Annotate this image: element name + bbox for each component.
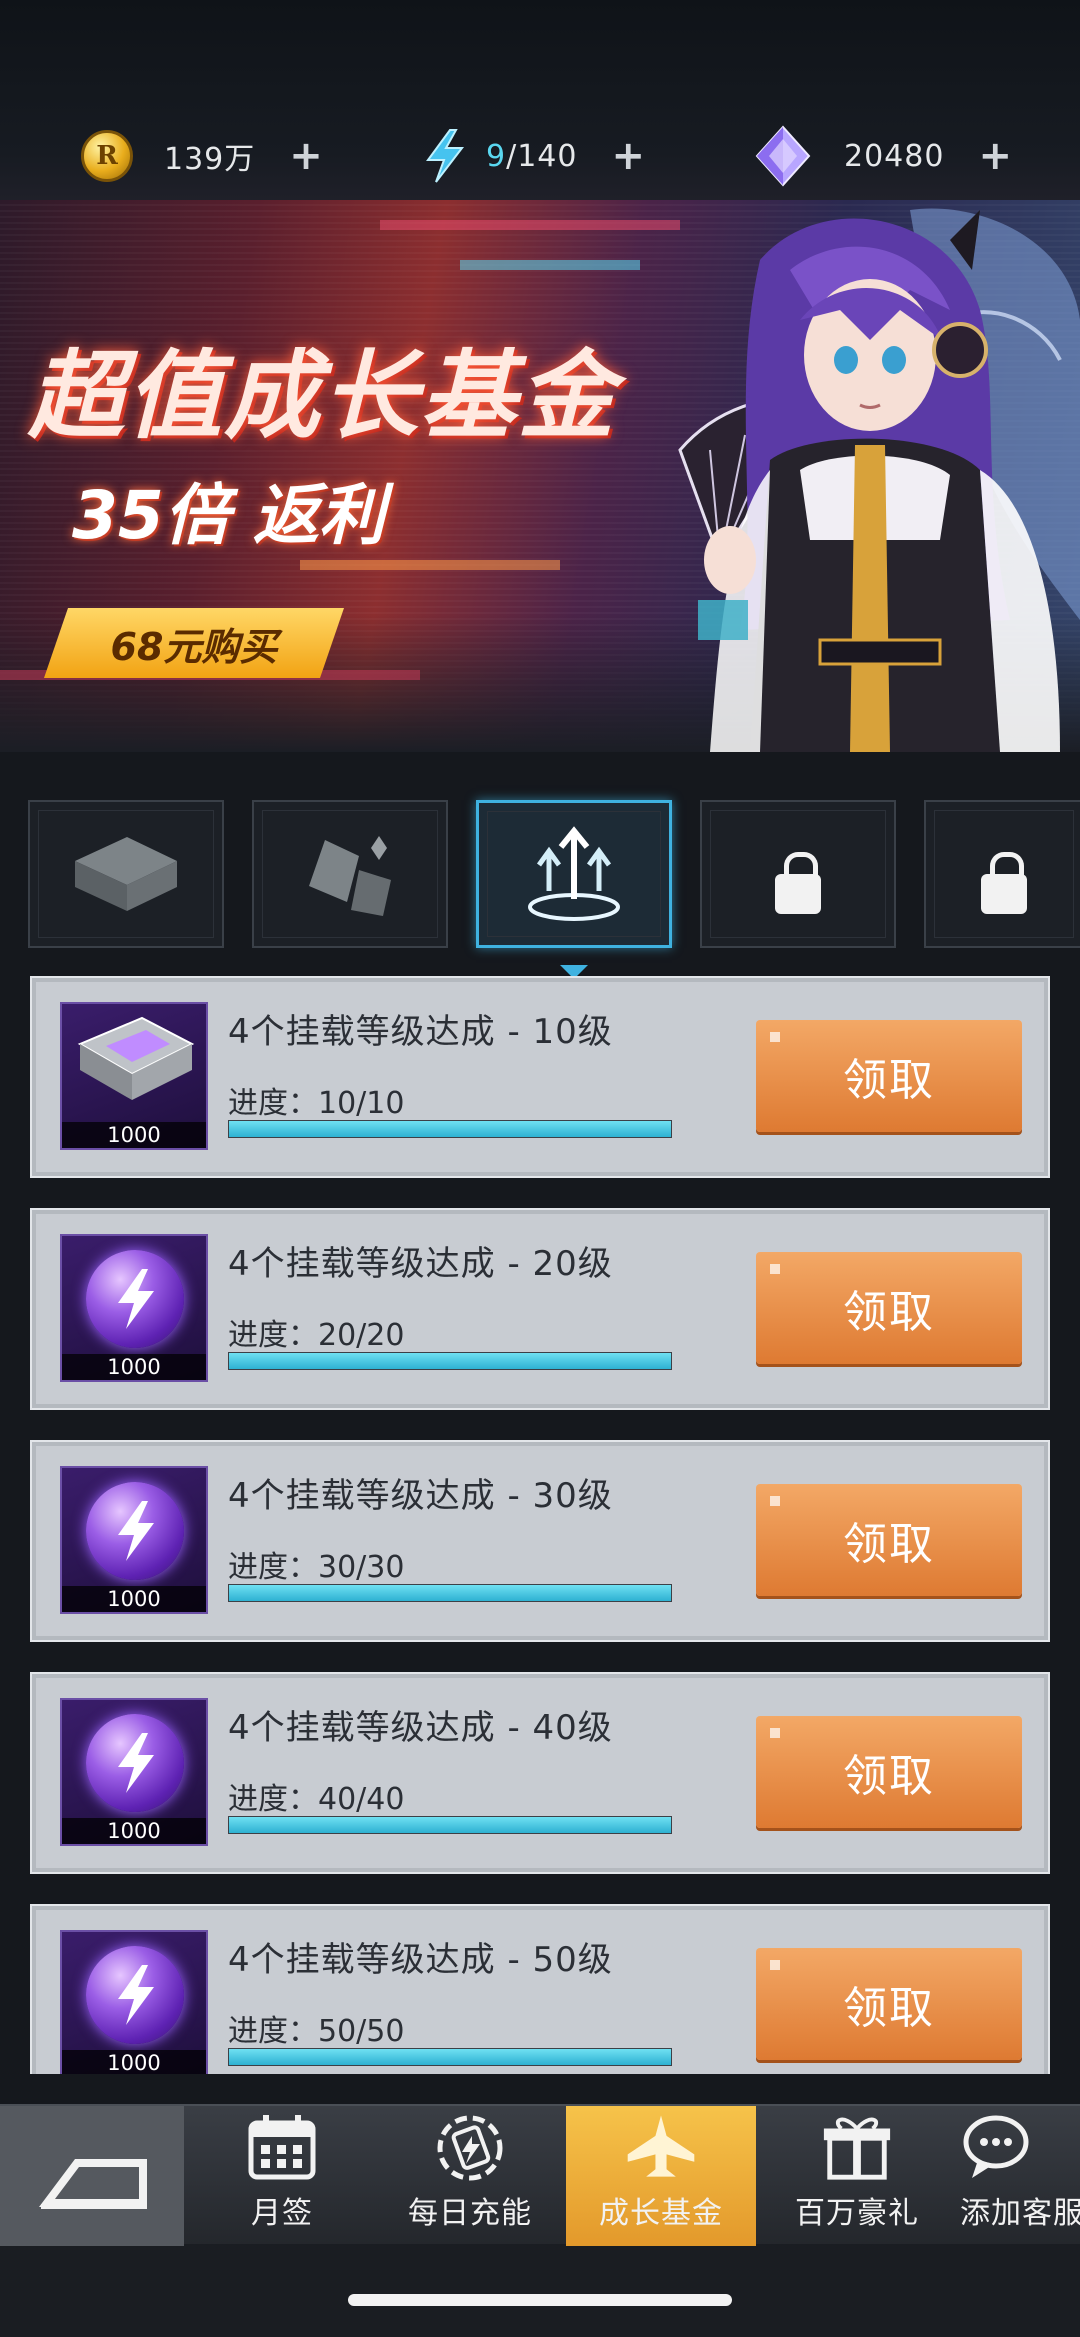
energy-orb-icon [86, 1714, 184, 1812]
reward-item[interactable]: 1000 [60, 1466, 208, 1614]
claim-button[interactable]: 领取 [756, 1716, 1022, 1828]
tab-growth[interactable] [476, 800, 672, 979]
chip-tab-icon [75, 837, 177, 911]
progress-bar [228, 1584, 672, 1602]
glitch-line [460, 260, 640, 270]
progress-bar [228, 2048, 672, 2066]
banner-title: 超值成长基金 [28, 340, 616, 452]
nav-label: 月签 [251, 2196, 313, 2231]
task-name: 4个挂载等级达成 - 30级 [228, 1476, 613, 1516]
tab-locked-2[interactable] [924, 800, 1080, 948]
category-tabs [0, 790, 1080, 979]
currency-bar: R 139万 + 9/140 + 20480 + [0, 0, 1080, 220]
home-indicator[interactable] [348, 2294, 732, 2306]
task-card: 1000 4个挂载等级达成 - 40级 进度：40/40 领取 [30, 1672, 1050, 1874]
tab-chips[interactable] [28, 800, 224, 948]
energy-orb-icon [86, 1482, 184, 1580]
progress-fill [229, 1817, 671, 1833]
task-progress: 进度：30/30 [228, 1550, 405, 1585]
progress-fill [229, 2049, 671, 2065]
reward-item[interactable]: 1000 [60, 1930, 208, 2074]
nav-label: 添加客服 [960, 2196, 1080, 2231]
task-list[interactable]: 1000 4个挂载等级达成 - 10级 进度：10/10 领取 1000 4个挂… [30, 976, 1050, 2074]
add-energy-button[interactable]: + [611, 136, 645, 176]
task-card: 1000 4个挂载等级达成 - 10级 进度：10/10 领取 [30, 976, 1050, 1178]
task-progress: 进度：20/20 [228, 1318, 405, 1353]
progress-bar [228, 1352, 672, 1370]
task-name: 4个挂载等级达成 - 50级 [228, 1940, 613, 1980]
task-name: 4个挂载等级达成 - 10级 [228, 1012, 613, 1052]
reward-quantity: 1000 [62, 1586, 206, 1612]
tab-crystals[interactable] [252, 800, 448, 948]
reward-item[interactable]: 1000 [60, 1234, 208, 1382]
lock-icon [981, 852, 1027, 914]
task-card: 1000 4个挂载等级达成 - 20级 进度：20/20 领取 [30, 1208, 1050, 1410]
lightning-icon [414, 125, 476, 187]
nav-gift[interactable]: 百万豪礼 [768, 2106, 946, 2246]
task-card: 1000 4个挂载等级达成 - 50级 进度：50/50 领取 [30, 1904, 1050, 2074]
energy-orb-icon [86, 1946, 184, 2044]
progress-fill [229, 1121, 671, 1137]
chat-bubble-icon [960, 2112, 1034, 2182]
glitch-line [300, 560, 560, 570]
coin-resource: R 139万 + [76, 125, 323, 187]
crystal-tab-icon [309, 836, 391, 916]
reward-item[interactable]: 1000 [60, 1698, 208, 1846]
energy-orb-icon [86, 1250, 184, 1348]
fighter-jet-icon [624, 2112, 698, 2182]
add-coins-button[interactable]: + [289, 136, 323, 176]
back-button[interactable] [0, 2106, 184, 2246]
nav-label: 每日充能 [408, 2196, 532, 2231]
glitch-line [380, 220, 680, 230]
nav-growth[interactable]: 成长基金 [566, 2106, 756, 2246]
task-name: 4个挂载等级达成 - 20级 [228, 1244, 613, 1284]
task-progress: 进度：50/50 [228, 2014, 405, 2049]
nav-label: 百万豪礼 [795, 2196, 919, 2231]
nav-monthly[interactable]: 月签 [204, 2106, 360, 2246]
chip-icon [77, 1016, 195, 1100]
crystal-icon [752, 125, 814, 187]
charge-icon [433, 2112, 507, 2182]
energy-resource: 9/140 + [414, 125, 645, 187]
crystal-resource: 20480 + [752, 125, 1012, 187]
back-arrow-icon [39, 2159, 147, 2209]
claim-button[interactable]: 领取 [756, 1020, 1022, 1132]
energy-value: 9/140 [486, 138, 578, 174]
claim-button[interactable]: 领取 [756, 1948, 1022, 2060]
bottom-nav: 月签 每日充能 成长基金 百万豪礼 添加客服 [0, 2104, 1080, 2246]
banner-subtitle: 35倍 返利 [72, 477, 385, 554]
reward-quantity: 1000 [62, 1122, 206, 1148]
calendar-icon [245, 2112, 319, 2182]
reward-quantity: 1000 [62, 1818, 206, 1844]
growth-fund-banner: 超值成长基金 35倍 返利 68元购买 [0, 200, 1080, 752]
upgrade-arrows-icon [528, 826, 620, 921]
task-progress: 进度：40/40 [228, 1782, 405, 1817]
reward-item[interactable]: 1000 [60, 1002, 208, 1150]
nav-label: 成长基金 [599, 2196, 723, 2231]
character-illustration [678, 208, 1080, 752]
buy-button[interactable]: 68元购买 [44, 608, 344, 678]
reward-quantity: 1000 [62, 2050, 206, 2074]
progress-bar [228, 1816, 672, 1834]
coin-value: 139万 [164, 142, 256, 177]
claim-button[interactable]: 领取 [756, 1484, 1022, 1596]
gift-icon [820, 2112, 894, 2182]
progress-fill [229, 1353, 671, 1369]
nav-daily[interactable]: 每日充能 [372, 2106, 568, 2246]
claim-button[interactable]: 领取 [756, 1252, 1022, 1364]
progress-bar [228, 1120, 672, 1138]
reward-quantity: 1000 [62, 1354, 206, 1380]
task-progress: 进度：10/10 [228, 1086, 405, 1121]
crystal-value: 20480 [844, 138, 945, 174]
task-name: 4个挂载等级达成 - 40级 [228, 1708, 613, 1748]
add-crystals-button[interactable]: + [978, 136, 1012, 176]
nav-service[interactable]: 添加客服 [960, 2106, 1080, 2246]
bottom-area: 月签 每日充能 成长基金 百万豪礼 添加客服 [0, 2104, 1080, 2337]
tab-locked-1[interactable] [700, 800, 896, 948]
progress-fill [229, 1585, 671, 1601]
r-coin-icon: R [76, 125, 138, 187]
task-card: 1000 4个挂载等级达成 - 30级 进度：30/30 领取 [30, 1440, 1050, 1642]
lock-icon [775, 852, 821, 914]
